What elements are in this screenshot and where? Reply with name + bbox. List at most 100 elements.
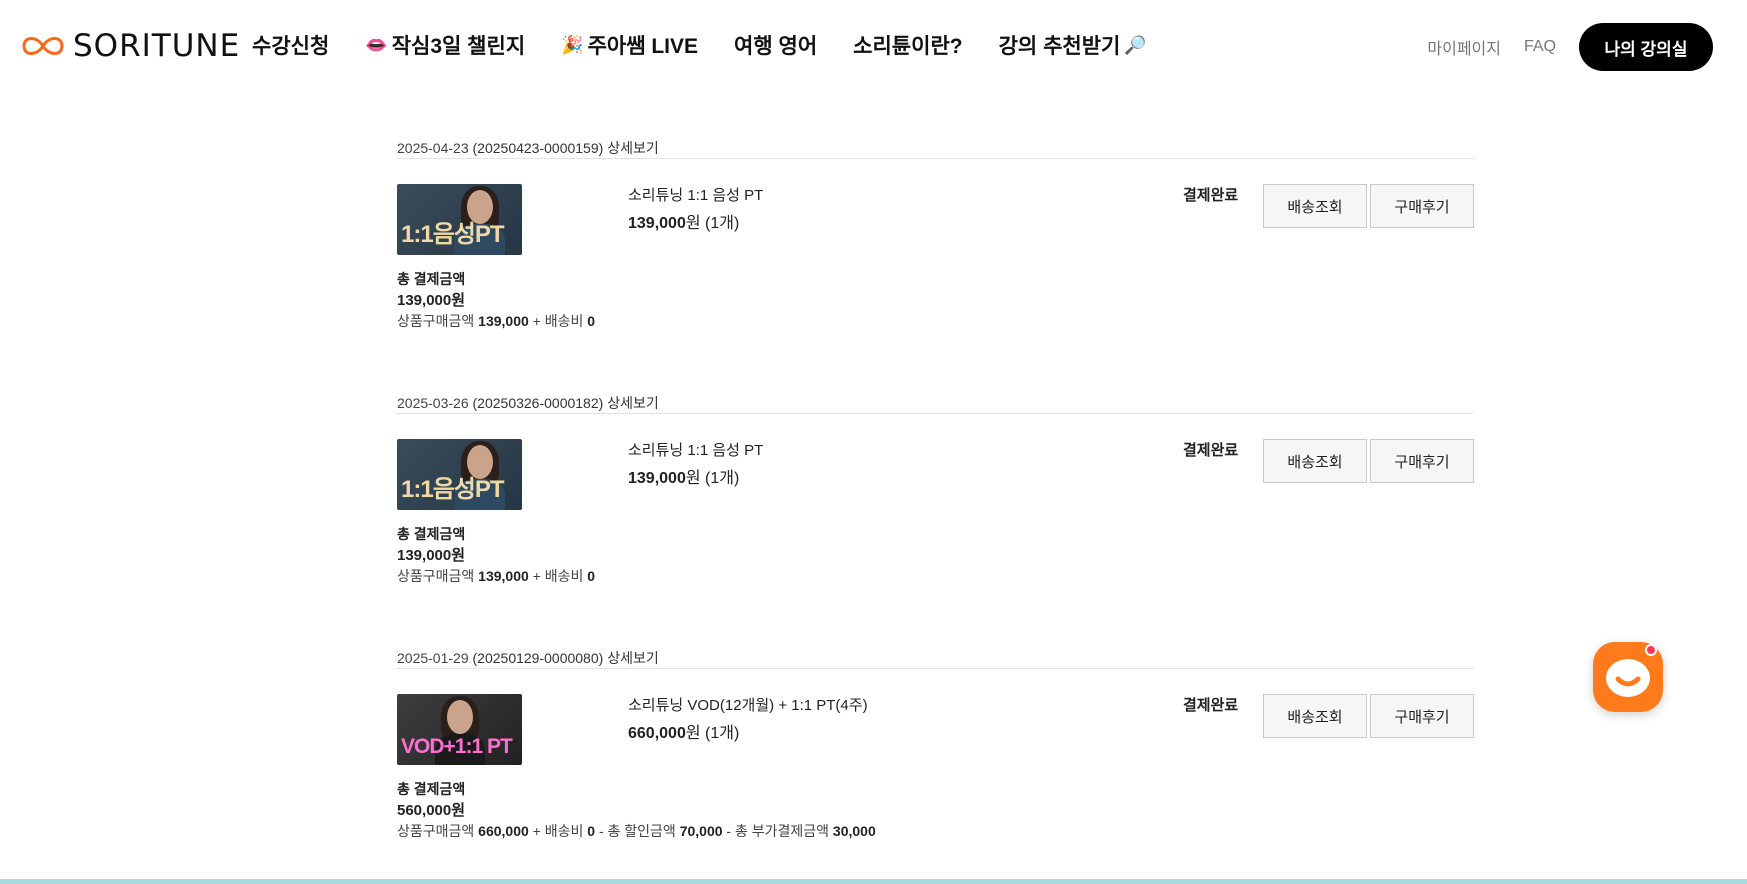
nav-3day-challenge[interactable]: 👄 작심3일 챌린지 [365, 30, 525, 60]
order-date: 2025-03-26 [397, 395, 469, 411]
shipping-fee: 0 [587, 568, 596, 584]
order-date: 2025-01-29 [397, 650, 469, 666]
payment-status: 결제완료 [1183, 697, 1239, 714]
thumbnail-title: 1:1음성PT [401, 221, 505, 248]
order-header: 2025-04-23 (20250423-0000159) 상세보기 [397, 138, 1474, 159]
shipping-fee: 0 [587, 313, 596, 329]
total-breakdown: 상품구매금액 139,000 + 배송비 0 [397, 311, 1474, 332]
order-detail-link[interactable]: 상세보기 [607, 395, 659, 411]
product-name[interactable]: 소리튜닝 1:1 음성 PT [628, 184, 763, 205]
goods-amount: 139,000 [478, 313, 529, 329]
total-value: 560,000원 [397, 802, 466, 819]
total-value: 139,000원 [397, 547, 466, 564]
soritune-logo[interactable]: SORITUNE [21, 28, 240, 64]
track-shipping-button[interactable]: 배송조회 [1263, 439, 1367, 483]
product-thumbnail[interactable]: 1:1음성PT [397, 184, 522, 255]
payment-status: 결제완료 [1183, 187, 1239, 204]
total-breakdown: 상품구매금액 660,000 + 배송비 0 - 총 할인금액 70,000 -… [397, 821, 1474, 842]
order-body: 1:1음성PT 소리튜닝 1:1 음성 PT 139,000원 (1개) 결제완… [397, 414, 1474, 524]
site-header: SORITUNE 수강신청 👄 작심3일 챌린지 🎉 주아쌤 LIVE 여행 영… [0, 0, 1747, 94]
nav-label: 소리튠이란? [853, 35, 963, 58]
total-label: 총 결제금액 [397, 781, 466, 797]
order-total: 총 결제금액 139,000원 상품구매금액 139,000 + 배송비 0 [397, 269, 1474, 332]
order-date: 2025-04-23 [397, 140, 469, 156]
order-detail-link[interactable]: 상세보기 [607, 650, 659, 666]
extra-payment-label: - 총 부가결제금액 [726, 823, 830, 839]
payment-status: 결제완료 [1183, 442, 1239, 459]
goods-amount-label: 상품구매금액 [397, 823, 475, 839]
order-detail-link[interactable]: 상세보기 [607, 140, 659, 156]
order-number: (20250129-0000080) [472, 650, 604, 666]
order-item: 2025-04-23 (20250423-0000159) 상세보기 1:1음성… [397, 138, 1474, 393]
goods-amount-label: 상품구매금액 [397, 568, 475, 584]
total-value: 139,000원 [397, 292, 466, 309]
infinity-logo-icon [22, 37, 64, 55]
extra-payment-amount: 30,000 [832, 823, 876, 839]
my-classroom-button[interactable]: 나의 강의실 [1579, 23, 1713, 71]
order-item: 2025-01-29 (20250129-0000080) 상세보기 VOD+1… [397, 648, 1474, 884]
product-thumbnail[interactable]: 1:1음성PT [397, 439, 522, 510]
shipping-fee-label: + 배송비 [532, 823, 584, 839]
notification-dot [1645, 644, 1657, 656]
faq-link[interactable]: FAQ [1524, 38, 1556, 56]
nav-course-recommend[interactable]: 강의 추천받기 🔎 [999, 30, 1147, 60]
nav-label: 작심3일 챌린지 [391, 35, 526, 58]
price-unit: 원 [685, 725, 701, 742]
write-review-button[interactable]: 구매후기 [1370, 439, 1474, 483]
logo-text: SORITUNE [73, 28, 241, 64]
mypage-link[interactable]: 마이페이지 [1427, 35, 1501, 59]
order-header: 2025-01-29 (20250129-0000080) 상세보기 [397, 648, 1474, 669]
order-number: (20250326-0000182) [472, 395, 604, 411]
lips-icon: 👄 [365, 34, 388, 55]
product-name[interactable]: 소리튜닝 VOD(12개월) + 1:1 PT(4주) [628, 694, 868, 715]
order-item: 2025-03-26 (20250326-0000182) 상세보기 1:1음성… [397, 393, 1474, 648]
thumbnail-title: 1:1음성PT [401, 476, 505, 503]
goods-amount-label: 상품구매금액 [397, 313, 475, 329]
discount-amount: 70,000 [679, 823, 723, 839]
chat-button[interactable] [1593, 642, 1663, 712]
quantity: (1개) [705, 215, 740, 232]
product-price: 660,000원 (1개) [628, 719, 739, 743]
main-nav: 수강신청 👄 작심3일 챌린지 🎉 주아쌤 LIVE 여행 영어 소리튠이란? … [252, 30, 1183, 60]
nav-label: 수강신청 [252, 35, 330, 58]
track-shipping-button[interactable]: 배송조회 [1263, 184, 1367, 228]
nav-label: 강의 추천받기 [998, 35, 1121, 58]
nav-label: 여행 영어 [734, 35, 818, 58]
shipping-fee-label: + 배송비 [532, 313, 584, 329]
order-total: 총 결제금액 560,000원 상품구매금액 660,000 + 배송비 0 -… [397, 779, 1474, 842]
total-label: 총 결제금액 [397, 271, 466, 287]
shipping-fee-label: + 배송비 [532, 568, 584, 584]
price-value: 139,000 [628, 470, 686, 487]
total-breakdown: 상품구매금액 139,000 + 배송비 0 [397, 566, 1474, 587]
nav-label: 주아쌤 LIVE [587, 35, 699, 58]
order-number: (20250423-0000159) [472, 140, 604, 156]
product-name[interactable]: 소리튜닝 1:1 음성 PT [628, 439, 763, 460]
product-price: 139,000원 (1개) [628, 209, 739, 233]
price-unit: 원 [685, 470, 701, 487]
price-unit: 원 [685, 215, 701, 232]
order-total: 총 결제금액 139,000원 상품구매금액 139,000 + 배송비 0 [397, 524, 1474, 587]
total-label: 총 결제금액 [397, 526, 466, 542]
quantity: (1개) [705, 470, 740, 487]
order-list: 2025-04-23 (20250423-0000159) 상세보기 1:1음성… [397, 138, 1474, 884]
bottom-accent-bar [0, 879, 1747, 884]
nav-about-soritune[interactable]: 소리튠이란? [853, 30, 962, 60]
nav-course-signup[interactable]: 수강신청 [252, 30, 329, 60]
order-body: VOD+1:1 PT 소리튜닝 VOD(12개월) + 1:1 PT(4주) 6… [397, 669, 1474, 779]
order-header: 2025-03-26 (20250326-0000182) 상세보기 [397, 393, 1474, 414]
magnifier-icon: 🔎 [1124, 34, 1147, 55]
nav-travel-english[interactable]: 여행 영어 [734, 30, 817, 60]
goods-amount: 139,000 [478, 568, 529, 584]
goods-amount: 660,000 [478, 823, 529, 839]
write-review-button[interactable]: 구매후기 [1370, 694, 1474, 738]
price-value: 660,000 [628, 725, 686, 742]
thumbnail-title: VOD+1:1 PT [401, 735, 513, 758]
product-price: 139,000원 (1개) [628, 464, 739, 488]
nav-jua-live[interactable]: 🎉 주아쌤 LIVE [561, 30, 698, 60]
write-review-button[interactable]: 구매후기 [1370, 184, 1474, 228]
product-thumbnail[interactable]: VOD+1:1 PT [397, 694, 522, 765]
order-body: 1:1음성PT 소리튜닝 1:1 음성 PT 139,000원 (1개) 결제완… [397, 159, 1474, 269]
quantity: (1개) [705, 725, 740, 742]
track-shipping-button[interactable]: 배송조회 [1263, 694, 1367, 738]
party-popper-icon: 🎉 [561, 34, 584, 55]
